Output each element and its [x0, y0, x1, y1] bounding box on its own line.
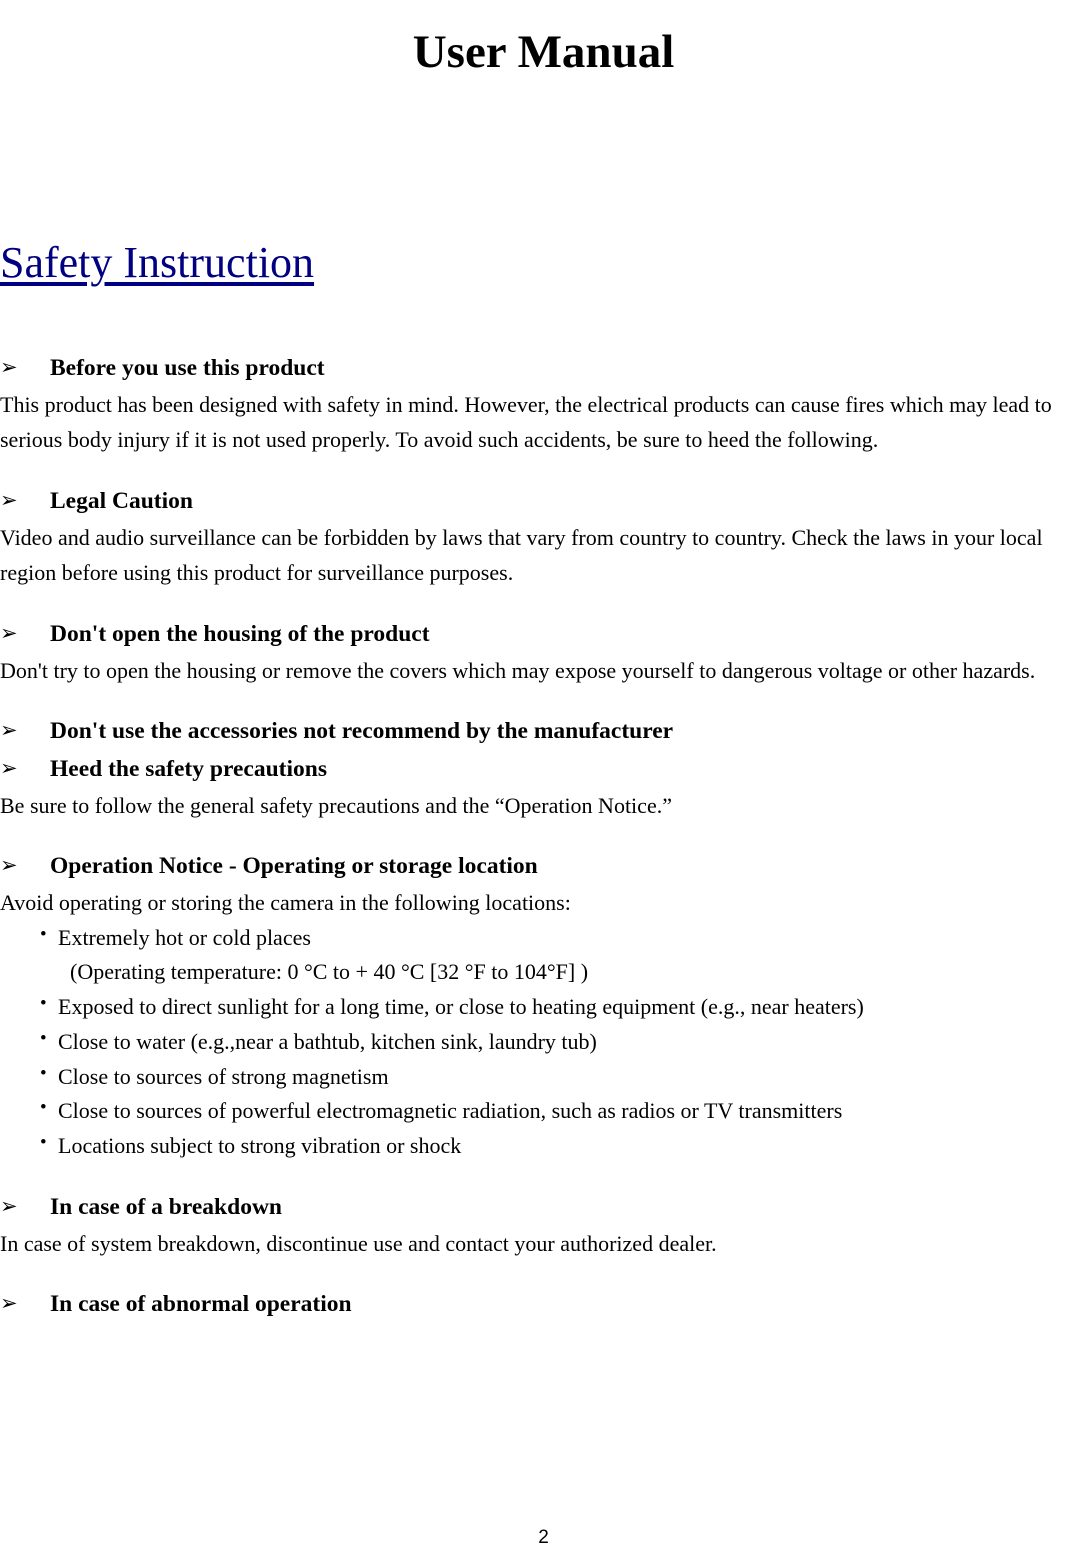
section-body-before-you-use: This product has been designed with safe… — [0, 391, 1052, 453]
arrow-bullet-icon: ➢ — [0, 853, 18, 878]
arrow-bullet-icon: ➢ — [0, 756, 18, 780]
list-item-label: Locations subject to strong vibration or… — [58, 1133, 462, 1159]
section-heading-dont-use-accessories: ➢ Don't use the accessories not recommend… — [0, 718, 1087, 746]
document-page: User Manual Safety Instruction ➢ Before y… — [0, 0, 1087, 1553]
section-body-operation-notice: Avoid operating or storing the camera in… — [0, 890, 571, 916]
dot-bullet-icon: • — [40, 993, 47, 1015]
section-heading-before-you-use: ➢ Before you use this product — [0, 355, 1087, 383]
section-heading-in-case-of-abnormal-operation: ➢ In case of abnormal operation — [0, 1291, 1087, 1319]
arrow-bullet-icon: ➢ — [0, 355, 18, 379]
list-item: • Close to sources of powerful electromag… — [0, 1094, 1087, 1129]
list-item-label: Close to sources of strong magnetism — [58, 1063, 389, 1089]
list-item-label: Extremely hot or cold places — [58, 924, 311, 950]
arrow-bullet-icon: ➢ — [0, 1291, 18, 1316]
section-body-heed-safety-precautions: Be sure to follow the general safety pre… — [0, 792, 672, 818]
list-item: • Exposed to direct sunlight for a long t… — [0, 990, 1087, 1025]
section-heading-label: Don't use the accessories not recommend … — [50, 718, 674, 745]
list-item-label: Close to water (e.g.,near a bathtub, kit… — [58, 1028, 597, 1054]
dot-bullet-icon: • — [40, 1027, 47, 1049]
page-number: 2 — [538, 1527, 549, 1548]
section-heading-operation-notice: ➢ Operation Notice - Operating or storage… — [0, 853, 1087, 881]
list-item: • Close to sources of strong magnetism — [0, 1060, 1087, 1095]
list-item-label: Close to sources of powerful electromagn… — [58, 1098, 843, 1124]
arrow-bullet-icon: ➢ — [0, 487, 18, 512]
section-heading-label: In case of abnormal operation — [50, 1291, 352, 1318]
section-heading-label: Don't open the housing of the product — [50, 620, 430, 647]
section-heading-legal-caution: ➢ Legal Caution — [0, 488, 1087, 516]
section-heading-label: Before you use this product — [50, 355, 325, 381]
section-heading-label: Heed the safety precautions — [50, 756, 327, 782]
list-item: • Extremely hot or cold places — [0, 921, 1087, 956]
document-content: ➢ Before you use this product This produc… — [0, 355, 1087, 1319]
list-item: • Locations subject to strong vibration o… — [0, 1129, 1087, 1164]
section-heading-heed-safety-precautions: ➢ Heed the safety precautions — [0, 756, 1087, 784]
section-heading-dont-open-housing: ➢ Don't open the housing of the product — [0, 621, 1087, 649]
section-heading-label: Operation Notice - Operating or storage … — [50, 853, 538, 880]
list-item-label: Exposed to direct sunlight for a long ti… — [58, 994, 864, 1020]
section-heading-label: In case of a breakdown — [50, 1193, 282, 1220]
location-list: • Extremely hot or cold places — [0, 921, 1087, 956]
arrow-bullet-icon: ➢ — [0, 620, 18, 645]
location-list-continued: • Exposed to direct sunlight for a long t… — [0, 990, 1087, 1164]
arrow-bullet-icon: ➢ — [0, 718, 18, 743]
section-heading-label: Legal Caution — [50, 487, 193, 514]
dot-bullet-icon: • — [40, 923, 47, 945]
operating-temperature-note: (Operating temperature: 0 °C to + 40 °C … — [70, 959, 589, 985]
section-body-legal-caution: Video and audio surveillance can be forb… — [0, 524, 1043, 586]
dot-bullet-icon: • — [40, 1132, 47, 1154]
dot-bullet-icon: • — [40, 1097, 47, 1119]
section-body-in-case-of-breakdown: In case of system breakdown, discontinue… — [0, 1230, 717, 1256]
section-body-dont-open-housing: Don't try to open the housing or remove … — [0, 657, 1036, 683]
arrow-bullet-icon: ➢ — [0, 1193, 18, 1218]
list-item: • Close to water (e.g.,near a bathtub, ki… — [0, 1025, 1087, 1060]
dot-bullet-icon: • — [40, 1062, 47, 1084]
page-title: User Manual — [412, 26, 675, 79]
section-heading-safety-instruction[interactable]: Safety Instruction — [0, 238, 314, 287]
section-heading-in-case-of-breakdown: ➢ In case of a breakdown — [0, 1194, 1087, 1222]
